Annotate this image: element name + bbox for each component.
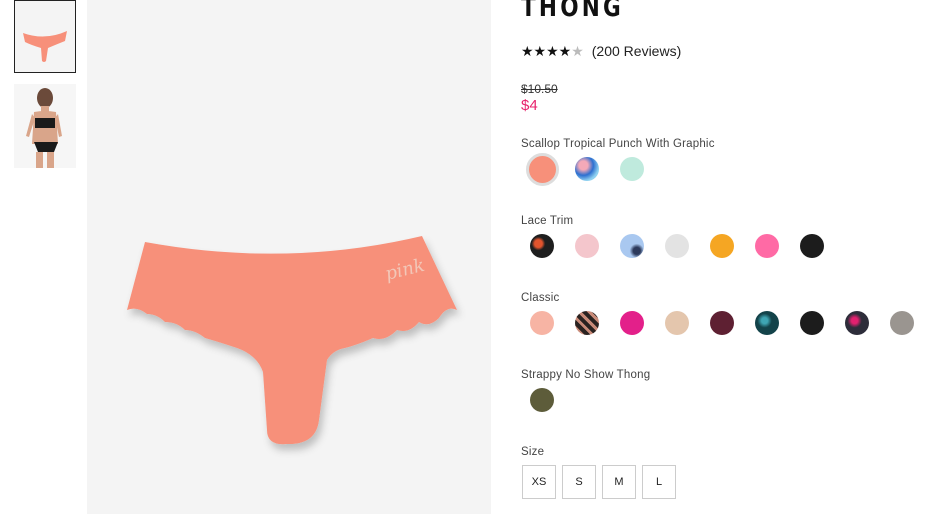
full-stars-icon: ★★★★ <box>521 42 572 59</box>
swatch-strappy-olive[interactable] <box>530 388 554 412</box>
swatch-scallop-mint[interactable] <box>620 157 644 181</box>
main-product-image[interactable]: pink <box>87 0 491 514</box>
thumbnail-thong-product[interactable] <box>14 0 76 73</box>
swatch-lace-black[interactable] <box>800 234 824 258</box>
swatch-scallop-print-blue[interactable] <box>575 157 599 181</box>
size-xs-button[interactable]: XS <box>522 465 556 499</box>
swatch-classic-grey[interactable] <box>890 311 914 335</box>
swatch-classic-teal-leopard[interactable] <box>755 311 779 335</box>
model-thumbnail-image <box>26 88 62 168</box>
swatch-lace-light-pink[interactable] <box>575 234 599 258</box>
variant-group-label: Classic <box>521 292 560 304</box>
swatch-lace-grey-marble[interactable] <box>665 234 689 258</box>
rating[interactable]: ★★★★★ (200 Reviews) <box>521 42 681 60</box>
size-s-button[interactable]: S <box>562 465 596 499</box>
original-price: $10.50 <box>521 82 558 96</box>
variant-group-label: Scallop Tropical Punch With Graphic <box>521 138 715 150</box>
swatch-lace-orange[interactable] <box>710 234 734 258</box>
swatch-lace-black-print[interactable] <box>530 234 554 258</box>
size-l-button[interactable]: L <box>642 465 676 499</box>
variant-group-label: Lace Trim <box>521 215 574 227</box>
size-m-button[interactable]: M <box>602 465 636 499</box>
swatch-classic-nude[interactable] <box>665 311 689 335</box>
swatch-classic-black[interactable] <box>800 311 824 335</box>
star-icons: ★★★★★ <box>521 43 584 60</box>
swatch-classic-pink-print[interactable] <box>620 311 644 335</box>
size-label: Size <box>521 446 545 458</box>
reviews-link[interactable]: (200 Reviews) <box>592 43 681 59</box>
thong-thumbnail-image <box>23 31 67 62</box>
thumbnail-model[interactable] <box>14 84 76 168</box>
half-star-icon: ★ <box>571 42 584 59</box>
swatch-classic-burgundy[interactable] <box>710 311 734 335</box>
swatch-lace-hot-pink[interactable] <box>755 234 779 258</box>
product-title: THONG <box>521 0 624 23</box>
swatch-classic-black-print[interactable] <box>845 311 869 335</box>
swatch-classic-zebra[interactable] <box>575 311 599 335</box>
sale-price: $4 <box>521 97 538 114</box>
thong-product-image: pink <box>127 236 457 445</box>
swatch-scallop-tropical-punch[interactable] <box>526 153 559 186</box>
swatch-lace-light-blue[interactable] <box>620 234 644 258</box>
swatch-classic-peach[interactable] <box>530 311 554 335</box>
variant-group-label: Strappy No Show Thong <box>521 369 651 381</box>
